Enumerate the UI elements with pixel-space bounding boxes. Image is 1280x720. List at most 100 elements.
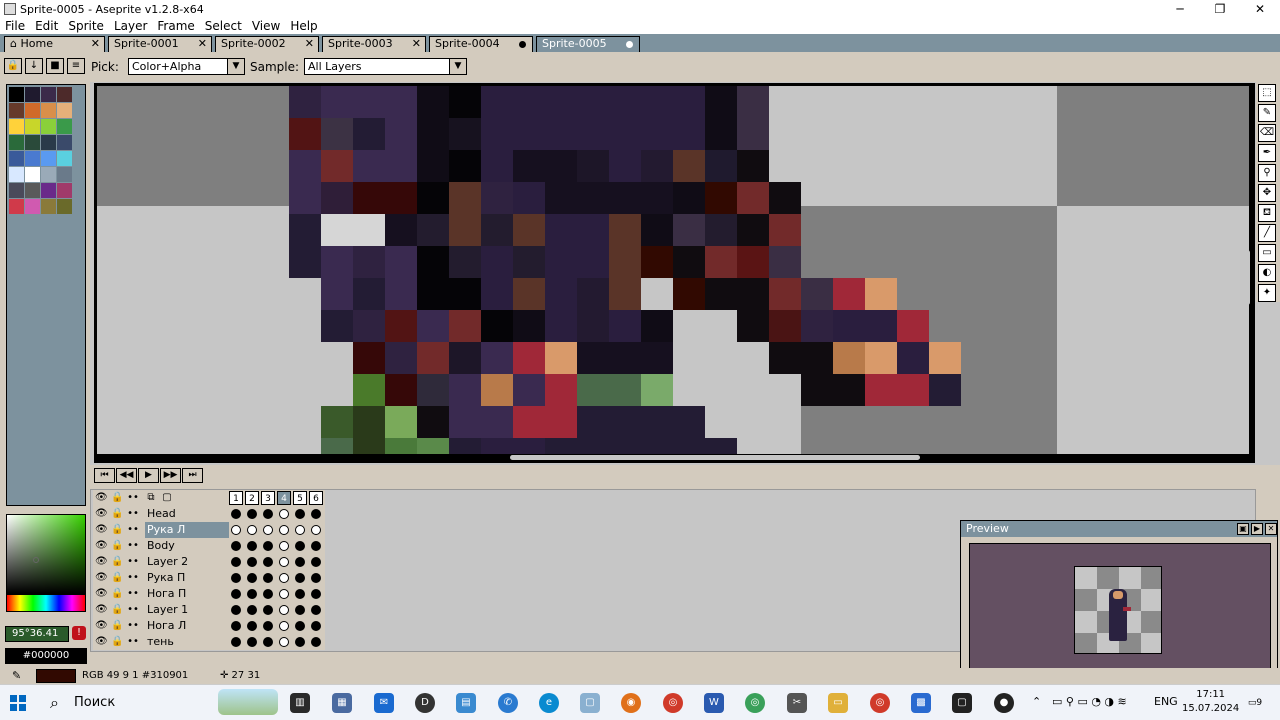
- palette-swatch[interactable]: [57, 183, 72, 198]
- visibility-eye-icon[interactable]: 👁: [95, 540, 108, 552]
- preview-play-icon[interactable]: ▶: [1251, 523, 1263, 535]
- palette-swatch[interactable]: [25, 151, 40, 166]
- cel[interactable]: [311, 605, 321, 615]
- cel[interactable]: [311, 573, 321, 583]
- palette-swatch[interactable]: [25, 167, 40, 182]
- layer-row[interactable]: 👁 🔒 •• Нога Л: [93, 618, 325, 634]
- cel[interactable]: [279, 637, 289, 647]
- tab-sprite-0005[interactable]: Sprite-0005: [536, 36, 640, 52]
- palette-swatch[interactable]: [9, 199, 24, 214]
- modified-dot-icon[interactable]: [519, 41, 526, 48]
- menu-help[interactable]: Help: [285, 18, 322, 34]
- layer-lock-icon[interactable]: 🔒: [111, 636, 123, 648]
- horizontal-scrollbar[interactable]: [510, 455, 920, 460]
- frame-header[interactable]: 2: [245, 491, 259, 505]
- layer-name[interactable]: Нога П: [145, 586, 229, 602]
- palette-swatch[interactable]: [25, 103, 40, 118]
- word-icon[interactable]: W: [704, 693, 724, 713]
- next-frame-button[interactable]: ▶▶: [160, 468, 181, 483]
- rectangle-icon[interactable]: ▭: [1258, 244, 1276, 262]
- menu-view[interactable]: View: [247, 18, 285, 34]
- app-icon-5[interactable]: ✂: [787, 693, 807, 713]
- marquee-icon[interactable]: ⬚: [1258, 84, 1276, 102]
- cel[interactable]: [295, 589, 305, 599]
- cel[interactable]: [231, 541, 241, 551]
- cel[interactable]: [231, 557, 241, 567]
- palette-swatch[interactable]: [41, 183, 56, 198]
- palette-swatch[interactable]: [9, 167, 24, 182]
- frame-icon[interactable]: ▢: [161, 492, 173, 504]
- palette-swatch[interactable]: [9, 183, 24, 198]
- cel[interactable]: [279, 621, 289, 631]
- cel[interactable]: [263, 557, 273, 567]
- fill-icon[interactable]: ⛾: [1258, 204, 1276, 222]
- cel[interactable]: [263, 589, 273, 599]
- cel[interactable]: [279, 589, 289, 599]
- palette-swatch[interactable]: [25, 119, 40, 134]
- square-icon[interactable]: ■: [46, 58, 64, 74]
- cel[interactable]: [295, 509, 305, 519]
- visibility-eye-icon[interactable]: 👁: [95, 524, 108, 536]
- continuous-icon[interactable]: ••: [127, 636, 139, 648]
- layer-row[interactable]: 👁 🔒 •• Body: [93, 538, 325, 554]
- layer-lock-icon[interactable]: 🔒: [111, 540, 123, 552]
- pick-select[interactable]: Color+Alpha ▼: [128, 58, 245, 75]
- clock[interactable]: 17:11 15.07.2024: [1182, 688, 1239, 716]
- cel[interactable]: [279, 525, 289, 535]
- lock-icon[interactable]: 🔒: [111, 492, 123, 504]
- cel[interactable]: [263, 605, 273, 615]
- tab-home[interactable]: ⌂ Home ✕: [4, 36, 105, 52]
- cel[interactable]: [311, 589, 321, 599]
- arrow-down-icon[interactable]: ↓: [25, 58, 43, 74]
- mail-icon[interactable]: ✉: [374, 693, 394, 713]
- sample-select[interactable]: All Layers ▼: [304, 58, 467, 75]
- layer-row[interactable]: 👁 🔒 •• тень: [93, 634, 325, 650]
- eye-icon[interactable]: 👁: [95, 492, 108, 504]
- visibility-eye-icon[interactable]: 👁: [95, 508, 108, 520]
- cel[interactable]: [231, 637, 241, 647]
- layer-row[interactable]: 👁 🔒 •• Layer 1: [93, 602, 325, 618]
- layer-row[interactable]: 👁 🔒 •• Рука Л: [93, 522, 325, 538]
- menu-sprite[interactable]: Sprite: [63, 18, 109, 34]
- app-icon-1[interactable]: ▦: [332, 693, 352, 713]
- cel[interactable]: [247, 509, 257, 519]
- cel[interactable]: [263, 509, 273, 519]
- tab-sprite-0002[interactable]: Sprite-0002 ✕: [215, 36, 319, 52]
- close-icon[interactable]: ✕: [1265, 523, 1277, 535]
- cel[interactable]: [263, 541, 273, 551]
- cel[interactable]: [247, 637, 257, 647]
- palette-swatch[interactable]: [9, 135, 24, 150]
- continuous-icon[interactable]: ••: [127, 508, 139, 520]
- visibility-eye-icon[interactable]: 👁: [95, 556, 108, 568]
- menu-frame[interactable]: Frame: [152, 18, 199, 34]
- first-frame-button[interactable]: ⏮: [94, 468, 115, 483]
- layer-lock-icon[interactable]: 🔒: [111, 524, 123, 536]
- layer-name[interactable]: Рука П: [145, 570, 229, 586]
- palette-swatch[interactable]: [57, 119, 72, 134]
- palette-swatch[interactable]: [57, 151, 72, 166]
- palette-swatch[interactable]: [41, 135, 56, 150]
- frame-header[interactable]: 5: [293, 491, 307, 505]
- layer-name[interactable]: Head: [145, 506, 229, 522]
- layer-name[interactable]: тень: [145, 634, 229, 650]
- color-spectrum[interactable]: [6, 514, 86, 594]
- cel[interactable]: [247, 525, 257, 535]
- palette-swatch[interactable]: [25, 135, 40, 150]
- layer-lock-icon[interactable]: 🔒: [111, 620, 123, 632]
- close-tab-icon[interactable]: ✕: [91, 37, 100, 51]
- palette-swatch[interactable]: [41, 119, 56, 134]
- palette-swatch[interactable]: [9, 151, 24, 166]
- eyedropper-icon[interactable]: ✒: [1258, 144, 1276, 162]
- cel[interactable]: [295, 525, 305, 535]
- frame-header[interactable]: 6: [309, 491, 323, 505]
- chevron-down-icon[interactable]: ▼: [449, 58, 467, 75]
- hue-slider[interactable]: [6, 594, 86, 612]
- line-icon[interactable]: ╱: [1258, 224, 1276, 242]
- visibility-eye-icon[interactable]: 👁: [95, 636, 108, 648]
- continuous-icon[interactable]: ••: [127, 588, 139, 600]
- cel[interactable]: [247, 605, 257, 615]
- layer-name[interactable]: Layer 2: [145, 554, 229, 570]
- layer-row[interactable]: 👁 🔒 •• Нога П: [93, 586, 325, 602]
- layer-lock-icon[interactable]: 🔒: [111, 588, 123, 600]
- layer-name[interactable]: Рука Л: [145, 522, 229, 538]
